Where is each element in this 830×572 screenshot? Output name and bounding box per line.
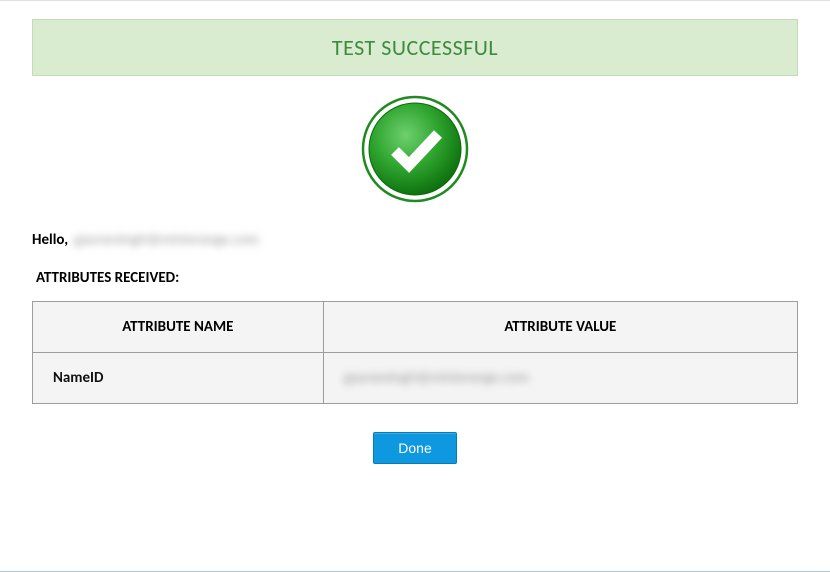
- attr-name-cell: NameID: [33, 353, 324, 404]
- success-icon-wrap: [32, 94, 798, 209]
- table-header-name: ATTRIBUTE NAME: [33, 302, 324, 353]
- table-row: NameID gauravsingh@miniorange.com: [33, 353, 798, 404]
- greeting-prefix: Hello,: [32, 231, 68, 249]
- attr-value-text: gauravsingh@miniorange.com: [344, 369, 529, 387]
- checkmark-icon: [360, 94, 470, 204]
- success-banner-text: TEST SUCCESSFUL: [332, 34, 498, 61]
- success-banner: TEST SUCCESSFUL: [32, 19, 798, 76]
- button-row: Done: [32, 432, 798, 464]
- table-header-value: ATTRIBUTE VALUE: [323, 302, 797, 353]
- attributes-table: ATTRIBUTE NAME ATTRIBUTE VALUE NameID ga…: [32, 301, 798, 404]
- done-button[interactable]: Done: [373, 432, 456, 464]
- greeting-line: Hello, gauravsingh@miniorange.com: [32, 231, 798, 249]
- attributes-heading: ATTRIBUTES RECEIVED:: [36, 269, 798, 287]
- attr-value-cell: gauravsingh@miniorange.com: [323, 353, 797, 404]
- greeting-user: gauravsingh@miniorange.com: [74, 231, 259, 249]
